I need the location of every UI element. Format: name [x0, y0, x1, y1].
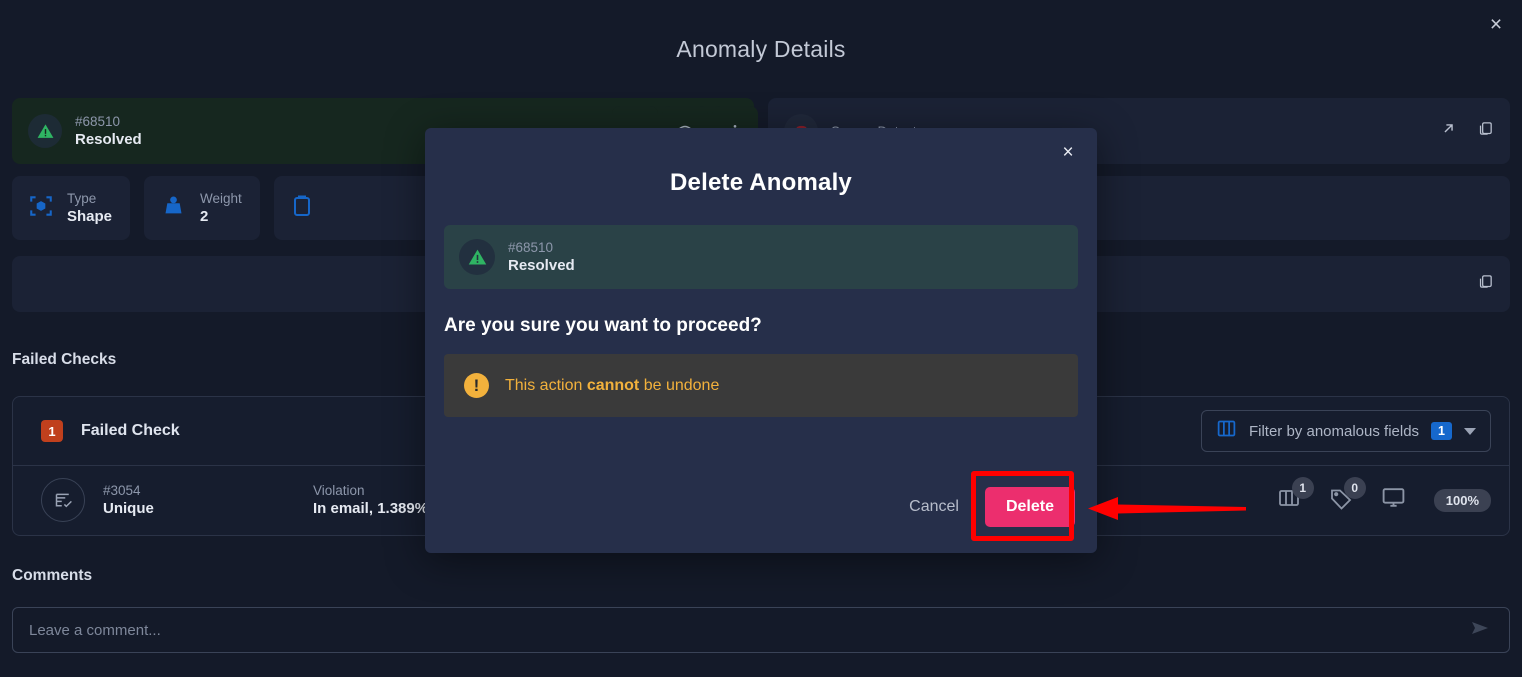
weight-value: 2 [200, 208, 209, 225]
clipboard-icon [290, 194, 314, 223]
filter-by-anomalous-fields-dropdown[interactable]: Filter by anomalous fields 1 [1200, 410, 1491, 452]
type-card[interactable]: Type Shape [12, 176, 131, 240]
failed-checks-heading: Failed Checks [12, 351, 117, 368]
warning-triangle-icon [459, 239, 495, 275]
modal-anomaly-status: Resolved [508, 257, 575, 274]
exclamation-circle-icon: ! [464, 373, 489, 398]
filter-label: Filter by anomalous fields [1248, 422, 1420, 440]
copy-icon[interactable] [1477, 273, 1494, 295]
check-id-value: Unique [103, 500, 154, 517]
cancel-button[interactable]: Cancel [905, 492, 963, 522]
type-value: Shape [67, 208, 113, 225]
violation-col: Violation In email, 1.389% [313, 482, 428, 518]
delete-button[interactable]: Delete [984, 487, 1075, 527]
comment-input-placeholder[interactable]: Leave a comment... [29, 622, 1469, 639]
comment-input-wrapper[interactable]: Leave a comment... [12, 607, 1510, 653]
filter-count-badge: 1 [1431, 422, 1452, 440]
chevron-down-icon[interactable] [1464, 427, 1476, 435]
shape-scan-icon [28, 193, 54, 224]
modal-title: Delete Anomaly [670, 169, 852, 196]
confirmation-question: Are you sure you want to proceed? [444, 315, 762, 336]
anomaly-status: Resolved [75, 131, 142, 148]
warning-triangle-icon [28, 114, 62, 148]
warning-prefix: This action [505, 376, 587, 394]
weight-icon [160, 192, 187, 224]
check-id-label: #3054 [103, 483, 141, 498]
row-actions: 1 0 100% [1277, 476, 1491, 515]
failed-check-count-badge: 1 [41, 420, 63, 442]
violation-value: In email, 1.389% [313, 500, 429, 517]
monitor-icon[interactable] [1381, 485, 1406, 515]
type-label: Type [67, 191, 97, 206]
columns-icon[interactable]: 1 [1277, 476, 1314, 515]
warning-text: This action cannot be undone [505, 377, 719, 395]
comments-heading: Comments [12, 567, 93, 584]
modal-anomaly-status-banner: #68510 Resolved [444, 225, 1078, 289]
violation-label: Violation [313, 483, 365, 498]
zoom-level[interactable]: 100% [1433, 488, 1491, 512]
close-icon[interactable]: × [1482, 10, 1510, 38]
page-title: Anomaly Details [676, 36, 846, 62]
app-root: × Anomaly Details #68510 Resolved Source… [0, 0, 1522, 677]
tag-icon[interactable]: 0 [1329, 476, 1366, 515]
check-id-col: #3054 Unique [103, 482, 154, 518]
send-icon[interactable] [1469, 616, 1493, 645]
delete-button-wrapper: Delete [970, 471, 1075, 541]
columns-icon [1216, 418, 1237, 444]
tag-count-badge: 0 [1343, 476, 1366, 499]
datastore-card-actions [1440, 120, 1494, 142]
copy-icon[interactable] [1477, 120, 1494, 142]
warning-banner: ! This action cannot be undone [444, 354, 1078, 417]
anomaly-id: #68510 [75, 114, 121, 129]
weight-card[interactable]: Weight 2 [144, 176, 260, 240]
modal-action-buttons: Cancel Delete [905, 471, 1075, 541]
delete-anomaly-modal: × Delete Anomaly #68510 Resolved Are you… [425, 128, 1097, 553]
failed-check-label: Failed Check [81, 422, 180, 439]
open-external-icon[interactable] [1440, 120, 1457, 142]
modal-anomaly-id: #68510 [508, 240, 554, 255]
close-icon[interactable]: × [1055, 140, 1081, 166]
weight-label: Weight [200, 191, 242, 206]
warning-suffix: be undone [639, 376, 720, 394]
columns-count-badge: 1 [1291, 476, 1314, 499]
check-list-icon [41, 478, 85, 522]
warning-strong: cannot [586, 376, 640, 394]
